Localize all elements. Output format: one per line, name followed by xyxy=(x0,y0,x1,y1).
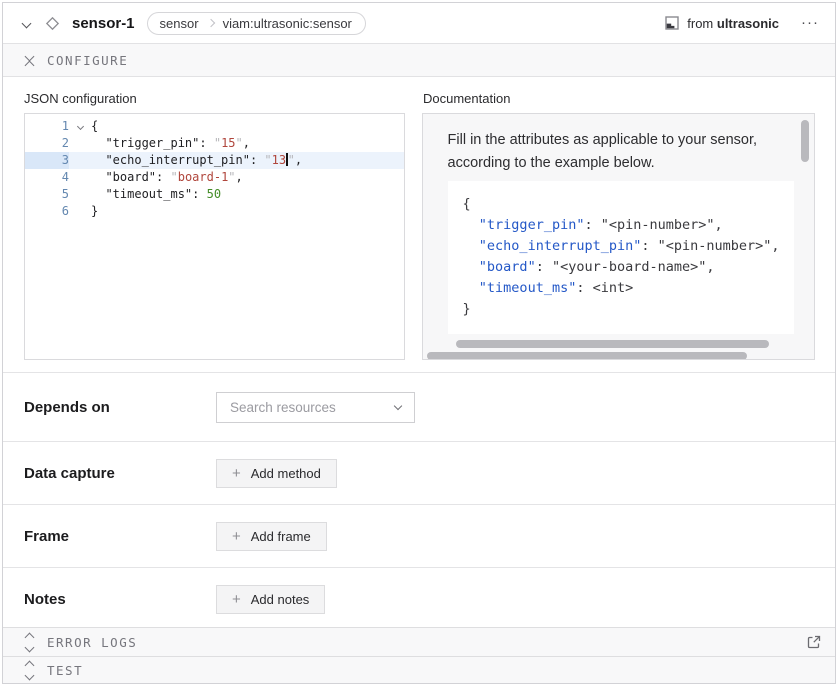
configure-section-header[interactable]: CONFIGURE xyxy=(3,44,835,77)
notes-row: Notes + Add notes xyxy=(3,567,835,627)
collapse-section-icon xyxy=(24,51,34,69)
chevron-down-icon xyxy=(394,401,402,409)
doc-code-line: "timeout_ms": <int> xyxy=(463,278,794,299)
plus-icon: + xyxy=(232,592,241,607)
frame-row: Frame + Add frame xyxy=(3,504,835,567)
badge-separator-icon xyxy=(208,20,214,26)
doc-code-line: } xyxy=(463,299,794,320)
json-editor[interactable]: 1{2 "trigger_pin": "15",3 "echo_interrup… xyxy=(24,113,405,360)
editor-line: 1{ xyxy=(25,118,404,135)
documentation-label: Documentation xyxy=(423,91,510,106)
line-number: 5 xyxy=(25,186,69,203)
doc-code-line: "trigger_pin": "<pin-number>", xyxy=(463,215,794,236)
data-capture-row: Data capture + Add method xyxy=(3,441,835,504)
fold-spacer xyxy=(69,135,91,152)
editor-line: 2 "trigger_pin": "15", xyxy=(25,135,404,152)
open-logs-external-icon[interactable] xyxy=(807,635,821,649)
fold-spacer xyxy=(69,152,91,169)
doc-vertical-scrollbar[interactable] xyxy=(801,120,809,162)
code-horizontal-scrollbar[interactable] xyxy=(456,340,769,348)
add-notes-button[interactable]: + Add notes xyxy=(216,585,325,614)
component-name: sensor-1 xyxy=(72,15,135,32)
line-number: 3 xyxy=(25,152,69,169)
expand-section-icon xyxy=(24,634,34,651)
depends-on-label: Depends on xyxy=(24,399,216,416)
doc-code-line: { xyxy=(463,194,794,215)
doc-code-line: "echo_interrupt_pin": "<pin-number>", xyxy=(463,236,794,257)
fold-chevron-icon[interactable] xyxy=(69,118,91,135)
line-number: 6 xyxy=(25,203,69,220)
editor-line: 3 "echo_interrupt_pin": "13", xyxy=(25,152,404,169)
error-logs-title: ERROR LOGS xyxy=(47,635,137,650)
depends-on-row: Depends on Search resources xyxy=(3,372,835,441)
plus-icon: + xyxy=(232,529,241,544)
documentation-intro: Fill in the attributes as applicable to … xyxy=(448,129,786,175)
configure-title: CONFIGURE xyxy=(47,53,128,68)
fold-spacer xyxy=(69,186,91,203)
add-notes-label: Add notes xyxy=(251,592,310,607)
depends-on-placeholder: Search resources xyxy=(230,400,336,415)
test-section-header[interactable]: TEST xyxy=(3,656,835,683)
add-method-button[interactable]: + Add method xyxy=(216,459,337,488)
editor-line: 6} xyxy=(25,203,404,220)
doc-horizontal-scrollbar[interactable] xyxy=(427,352,747,360)
from-prefix: from xyxy=(687,16,713,31)
documentation-code-example: { "trigger_pin": "<pin-number>", "echo_i… xyxy=(448,181,794,334)
test-title: TEST xyxy=(47,663,83,678)
component-type-badge: sensor viam:ultrasonic:sensor xyxy=(147,12,366,35)
line-number: 4 xyxy=(25,169,69,186)
expand-section-icon xyxy=(24,662,34,679)
from-module-name: ultrasonic xyxy=(717,16,779,31)
fold-spacer xyxy=(69,169,91,186)
component-header: sensor-1 sensor viam:ultrasonic:sensor f… xyxy=(3,3,835,44)
depends-on-select[interactable]: Search resources xyxy=(216,392,415,423)
line-number: 2 xyxy=(25,135,69,152)
line-number: 1 xyxy=(25,118,69,135)
component-diamond-icon xyxy=(44,15,61,32)
fold-spacer xyxy=(69,203,91,220)
configure-content: JSON configuration Documentation 1{2 "tr… xyxy=(3,77,835,627)
add-method-label: Add method xyxy=(251,466,321,481)
documentation-panel: Fill in the attributes as applicable to … xyxy=(422,113,815,360)
collapse-component-icon[interactable] xyxy=(23,20,30,27)
add-frame-button[interactable]: + Add frame xyxy=(216,522,327,551)
error-logs-section-header[interactable]: ERROR LOGS xyxy=(3,627,835,656)
component-card: sensor-1 sensor viam:ultrasonic:sensor f… xyxy=(2,2,836,684)
module-icon xyxy=(665,16,679,30)
frame-label: Frame xyxy=(24,528,216,545)
add-frame-label: Add frame xyxy=(251,529,311,544)
data-capture-label: Data capture xyxy=(24,465,216,482)
model-label: viam:ultrasonic:sensor xyxy=(214,16,365,31)
notes-label: Notes xyxy=(24,591,216,608)
module-source: from ultrasonic xyxy=(665,16,779,31)
json-config-label: JSON configuration xyxy=(24,91,423,106)
type-label: sensor xyxy=(148,16,208,31)
doc-code-line: "board": "<your-board-name>", xyxy=(463,257,794,278)
editor-line: 4 "board": "board-1", xyxy=(25,169,404,186)
editor-line: 5 "timeout_ms": 50 xyxy=(25,186,404,203)
plus-icon: + xyxy=(232,466,241,481)
overflow-menu-button[interactable]: ··· xyxy=(801,18,819,28)
